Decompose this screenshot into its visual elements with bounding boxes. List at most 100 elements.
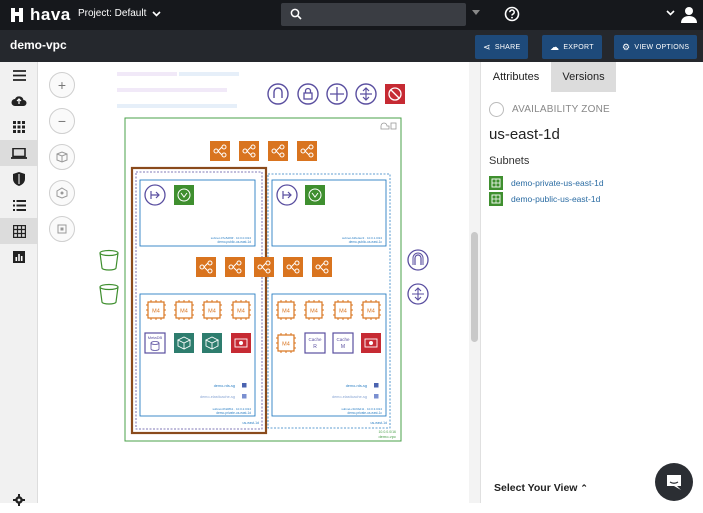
user-menu-chevron-icon[interactable] (666, 10, 675, 16)
project-selector[interactable]: Project: Default (78, 8, 161, 19)
scrollbar-thumb[interactable] (471, 232, 478, 342)
nat-gateway-icon[interactable] (276, 184, 298, 206)
svg-text:M4: M4 (367, 309, 375, 315)
ec2-instance-icon[interactable]: M4 (231, 300, 251, 320)
search-input[interactable] (307, 6, 457, 23)
sidebar-item-list[interactable] (0, 192, 38, 218)
sidebar-item-import[interactable] (0, 88, 38, 114)
logo-text: hava (30, 5, 71, 24)
elb-icon[interactable] (297, 141, 317, 161)
search-box[interactable] (281, 3, 466, 26)
subnet-link[interactable]: demo-private-us-east-1d (489, 176, 604, 190)
az-label-left: us-east-1d (242, 421, 259, 425)
cloudfront-icon[interactable] (267, 83, 289, 105)
redis-cache-icon[interactable] (231, 333, 251, 353)
redis-cache-icon[interactable] (361, 333, 381, 353)
svg-text:demo-elasticache-sg: demo-elasticache-sg (200, 395, 235, 399)
ec2-autoscaling-icon[interactable] (174, 185, 194, 205)
waf-icon[interactable] (385, 84, 405, 104)
sidebar-item-security[interactable] (0, 166, 38, 192)
laptop-icon (11, 147, 27, 159)
menu-icon (12, 69, 26, 81)
ec2-instance-icon[interactable]: M4 (304, 300, 324, 320)
gear-icon: ⚙ (622, 41, 631, 52)
tab-versions[interactable]: Versions (551, 62, 616, 92)
elb-icon[interactable] (239, 141, 259, 161)
route53-icon[interactable] (326, 83, 348, 105)
vpc-container[interactable] (124, 117, 402, 442)
attributes-panel: Attributes Versions AVAILABILITY ZONE us… (480, 62, 703, 503)
rds-metadb-icon[interactable]: MetaDB (144, 332, 166, 354)
elasticache-icon[interactable] (174, 333, 194, 353)
search-icon (290, 8, 302, 20)
view-options-button[interactable]: ⚙ VIEW OPTIONS (614, 35, 698, 59)
user-avatar-icon[interactable] (681, 6, 697, 23)
ec2-instance-icon[interactable]: M4 (333, 300, 353, 320)
hava-logo[interactable]: hava (9, 5, 71, 25)
nat-gateway-icon[interactable] (144, 184, 166, 206)
ec2-autoscaling-icon[interactable] (305, 185, 325, 205)
search-caret-icon[interactable] (472, 10, 480, 15)
sidebar-item-settings[interactable] (0, 487, 38, 513)
ec2-instance-icon[interactable]: M4 (202, 300, 222, 320)
internet-gateway-icon[interactable] (407, 283, 429, 305)
sidebar-item-apps[interactable] (0, 114, 38, 140)
subnet-name: demo-private-us-east-1c (347, 411, 382, 415)
cache-r-icon[interactable]: Cache R (304, 332, 326, 354)
security-group-labels-right: demo-rds-sg demo-elasticache-sg (332, 383, 379, 399)
ghost-artifacts (117, 72, 239, 108)
svg-text:M4: M4 (282, 342, 290, 348)
sidebar-item-table[interactable] (0, 218, 38, 244)
cloud-upload-icon (11, 96, 27, 106)
subnet-icon (489, 192, 503, 206)
resource-type-row: AVAILABILITY ZONE (489, 102, 610, 117)
ec2-instance-icon[interactable]: M4 (276, 333, 296, 353)
canvas-scrollbar[interactable] (469, 62, 480, 503)
elb-icon[interactable] (254, 257, 274, 277)
vpc-name: demo-vpc (378, 434, 396, 439)
cache-m-icon[interactable]: Cache M (332, 332, 354, 354)
ec2-instance-icon[interactable]: M4 (276, 300, 296, 320)
ec2-instance-icon[interactable]: M4 (361, 300, 381, 320)
help-icon[interactable] (504, 6, 520, 22)
s3-bucket-icon[interactable] (99, 249, 119, 271)
gateway-icon[interactable] (355, 83, 377, 105)
svg-text:M4: M4 (152, 309, 160, 315)
select-view-toggle[interactable]: Select Your View ⌃ (494, 482, 588, 494)
page-title: demo-vpc (10, 38, 67, 52)
elb-icon[interactable] (283, 257, 303, 277)
chat-icon (667, 475, 681, 490)
svg-text:Cache: Cache (336, 337, 350, 342)
grid-icon (13, 121, 25, 133)
ec2-instance-icon[interactable]: M4 (174, 300, 194, 320)
elb-icon[interactable] (312, 257, 332, 277)
sidebar-item-reports[interactable] (0, 244, 38, 270)
vpc-endpoint-icon[interactable] (407, 249, 429, 271)
top-bar: hava Project: Default (0, 0, 703, 30)
svg-text:M4: M4 (282, 309, 290, 315)
share-label: SHARE (494, 43, 521, 51)
s3-bucket-icon[interactable] (99, 283, 119, 305)
share-button[interactable]: ⋖ SHARE (475, 35, 529, 59)
sidebar-item-menu[interactable] (0, 62, 38, 88)
elb-icon[interactable] (225, 257, 245, 277)
lock-icon[interactable] (297, 83, 319, 105)
chart-icon (13, 251, 25, 263)
elb-icon[interactable] (268, 141, 288, 161)
elb-icon[interactable] (196, 257, 216, 277)
diagram-canvas[interactable]: + − 10.0.0.0/16 demo-vpc us-east-1d us-e… (39, 62, 469, 503)
svg-text:Cache: Cache (308, 337, 322, 342)
subnet-name: demo-public-us-east-1d (218, 240, 252, 244)
export-button[interactable]: ☁ EXPORT (542, 35, 602, 59)
ec2-instance-icon[interactable]: M4 (146, 300, 166, 320)
sidebar-item-infrastructure[interactable] (0, 140, 38, 166)
export-label: EXPORT (563, 43, 594, 51)
view-options-label: VIEW OPTIONS (634, 43, 690, 51)
chat-support-button[interactable] (655, 463, 693, 501)
subnet-link[interactable]: demo-public-us-east-1d (489, 192, 600, 206)
project-label: Project: Default (78, 8, 147, 19)
tab-attributes[interactable]: Attributes (481, 62, 551, 92)
elb-icon[interactable] (210, 141, 230, 161)
shield-icon (13, 172, 25, 186)
elasticache-icon[interactable] (202, 333, 222, 353)
